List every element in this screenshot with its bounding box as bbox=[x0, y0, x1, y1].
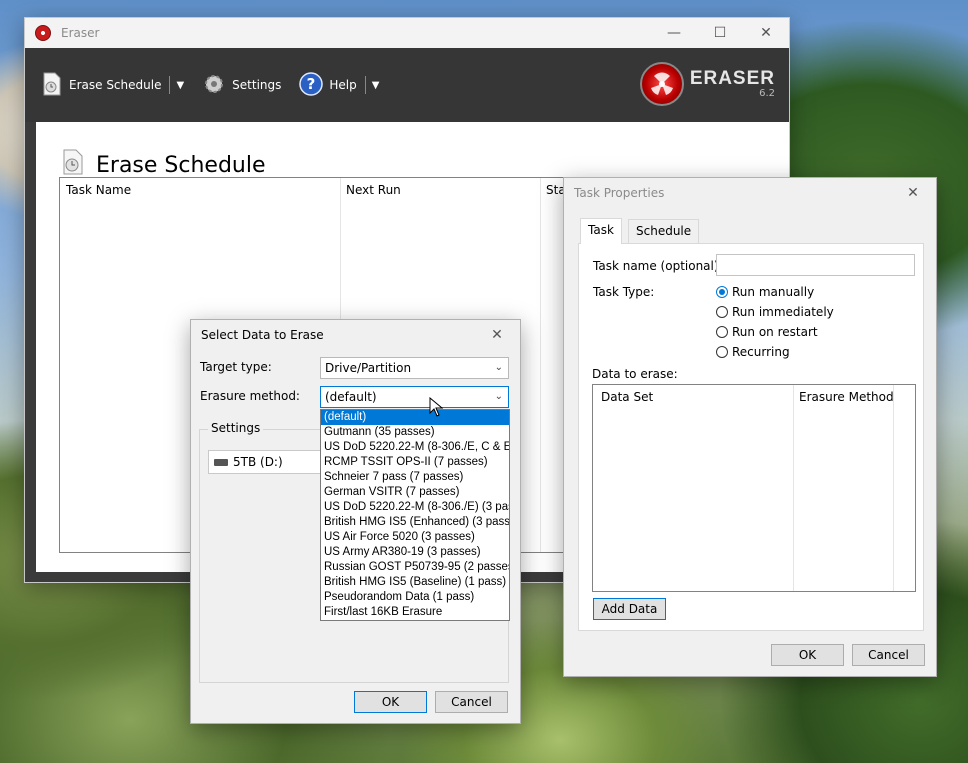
main-titlebar: Eraser — ☐ ✕ bbox=[25, 18, 789, 48]
radiation-logo-icon bbox=[639, 62, 684, 106]
target-type-select[interactable]: Drive/Partition ⌄ bbox=[320, 357, 509, 379]
props-title: Task Properties bbox=[574, 186, 665, 200]
erasure-method-dropdown-list[interactable]: (default) Gutmann (35 passes) US DoD 522… bbox=[320, 409, 510, 621]
help-label: Help bbox=[329, 78, 357, 92]
method-option[interactable]: US Air Force 5020 (3 passes) bbox=[321, 530, 509, 545]
drive-label: 5TB (D:) bbox=[233, 455, 283, 469]
chevron-down-icon: ⌄ bbox=[494, 362, 503, 373]
method-option[interactable]: British HMG IS5 (Baseline) (1 pass) bbox=[321, 575, 509, 590]
data-to-erase-label: Data to erase: bbox=[592, 367, 678, 381]
chevron-down-icon: ⌄ bbox=[494, 391, 503, 402]
column-header-next-run[interactable]: Next Run bbox=[340, 178, 401, 202]
column-divider bbox=[893, 385, 894, 591]
erasure-method-label: Erasure method: bbox=[200, 389, 300, 403]
radio-selected-icon bbox=[716, 286, 728, 298]
props-close-button[interactable]: ✕ bbox=[890, 178, 936, 208]
schedule-document-icon bbox=[41, 72, 63, 99]
select-titlebar: Select Data to Erase ✕ bbox=[191, 320, 520, 350]
page-title-text: Erase Schedule bbox=[96, 152, 266, 178]
task-name-input[interactable] bbox=[716, 254, 915, 276]
eraser-brand: ERASER 6.2 bbox=[639, 62, 775, 106]
method-option[interactable]: Gutmann (35 passes) bbox=[321, 425, 509, 440]
erase-schedule-button[interactable]: Erase Schedule ▼ bbox=[41, 72, 184, 99]
method-option[interactable]: British HMG IS5 (Enhanced) (3 passes) bbox=[321, 515, 509, 530]
erase-schedule-dropdown-icon[interactable]: ▼ bbox=[176, 80, 184, 91]
method-option[interactable]: German VSITR (7 passes) bbox=[321, 485, 509, 500]
main-toolbar: Erase Schedule ▼ Settings ? Help ▼ ERASE… bbox=[25, 48, 789, 122]
column-divider bbox=[540, 178, 541, 552]
radio-label: Run manually bbox=[732, 285, 815, 299]
method-option[interactable]: US DoD 5220.22-M (8-306./E) (3 passes) bbox=[321, 500, 509, 515]
erase-schedule-label: Erase Schedule bbox=[69, 78, 162, 92]
radio-label: Run immediately bbox=[732, 305, 834, 319]
method-option[interactable]: Pseudorandom Data (1 pass) bbox=[321, 590, 509, 605]
add-data-button[interactable]: Add Data bbox=[593, 598, 666, 620]
radio-icon bbox=[716, 326, 728, 338]
drive-icon bbox=[214, 459, 228, 466]
mouse-cursor-icon bbox=[429, 396, 444, 420]
select-ok-button[interactable]: OK bbox=[354, 691, 427, 713]
radio-run-manually[interactable]: Run manually bbox=[716, 285, 814, 299]
radio-icon bbox=[716, 346, 728, 358]
task-name-label: Task name (optional): bbox=[593, 259, 723, 273]
gear-icon bbox=[202, 72, 226, 99]
erasure-method-value: (default) bbox=[325, 390, 377, 404]
column-header-task-name[interactable]: Task Name bbox=[60, 178, 131, 202]
maximize-button[interactable]: ☐ bbox=[697, 18, 743, 48]
tab-schedule[interactable]: Schedule bbox=[628, 219, 700, 243]
settings-button[interactable]: Settings bbox=[202, 72, 281, 99]
method-option[interactable]: First/last 16KB Erasure bbox=[321, 605, 509, 620]
settings-group-title: Settings bbox=[208, 421, 264, 435]
column-header-status[interactable]: Sta bbox=[540, 178, 566, 202]
column-divider bbox=[793, 385, 794, 591]
radio-run-on-restart[interactable]: Run on restart bbox=[716, 325, 818, 339]
task-type-label: Task Type: bbox=[593, 285, 655, 299]
method-option[interactable]: US DoD 5220.22-M (8-306./E, C & E) bbox=[321, 440, 509, 455]
target-type-value: Drive/Partition bbox=[325, 361, 412, 375]
help-icon: ? bbox=[299, 71, 324, 99]
toolbar-separator bbox=[169, 76, 171, 94]
select-data-dialog: Select Data to Erase ✕ Target type: Driv… bbox=[190, 319, 521, 724]
method-option[interactable]: Russian GOST P50739-95 (2 passes) bbox=[321, 560, 509, 575]
svg-text:?: ? bbox=[307, 75, 316, 93]
tab-task[interactable]: Task bbox=[580, 218, 622, 244]
erasure-method-select[interactable]: (default) ⌄ bbox=[320, 386, 509, 408]
toolbar-separator bbox=[364, 76, 366, 94]
props-cancel-button[interactable]: Cancel bbox=[852, 644, 925, 666]
method-option[interactable]: RCMP TSSIT OPS-II (7 passes) bbox=[321, 455, 509, 470]
method-option[interactable]: US Army AR380-19 (3 passes) bbox=[321, 545, 509, 560]
target-type-label: Target type: bbox=[200, 360, 272, 374]
method-option[interactable]: (default) bbox=[321, 410, 509, 425]
help-button[interactable]: ? Help ▼ bbox=[299, 71, 380, 99]
radio-icon bbox=[716, 306, 728, 318]
props-ok-button[interactable]: OK bbox=[771, 644, 844, 666]
radio-label: Run on restart bbox=[732, 325, 818, 339]
window-title: Eraser bbox=[61, 26, 100, 40]
task-properties-dialog: Task Properties ✕ Task Schedule Task nam… bbox=[563, 177, 937, 677]
radio-recurring[interactable]: Recurring bbox=[716, 345, 790, 359]
data-to-erase-list[interactable]: Data Set Erasure Method bbox=[592, 384, 916, 592]
method-option[interactable]: Schneier 7 pass (7 passes) bbox=[321, 470, 509, 485]
task-tab-panel: Task name (optional): Task Type: Run man… bbox=[578, 243, 924, 631]
help-dropdown-icon[interactable]: ▼ bbox=[372, 80, 380, 91]
brand-version: 6.2 bbox=[759, 87, 775, 99]
select-close-button[interactable]: ✕ bbox=[474, 320, 520, 350]
radio-run-immediately[interactable]: Run immediately bbox=[716, 305, 834, 319]
minimize-button[interactable]: — bbox=[651, 18, 697, 48]
settings-label: Settings bbox=[232, 78, 282, 92]
eraser-app-icon bbox=[35, 25, 51, 41]
select-title: Select Data to Erase bbox=[201, 328, 324, 342]
radio-label: Recurring bbox=[732, 345, 790, 359]
column-header-data-set[interactable]: Data Set bbox=[595, 385, 653, 409]
close-button[interactable]: ✕ bbox=[743, 18, 789, 48]
props-titlebar: Task Properties ✕ bbox=[564, 178, 936, 208]
select-cancel-button[interactable]: Cancel bbox=[435, 691, 508, 713]
brand-name: ERASER bbox=[689, 67, 775, 89]
column-header-erasure-method[interactable]: Erasure Method bbox=[793, 385, 894, 409]
